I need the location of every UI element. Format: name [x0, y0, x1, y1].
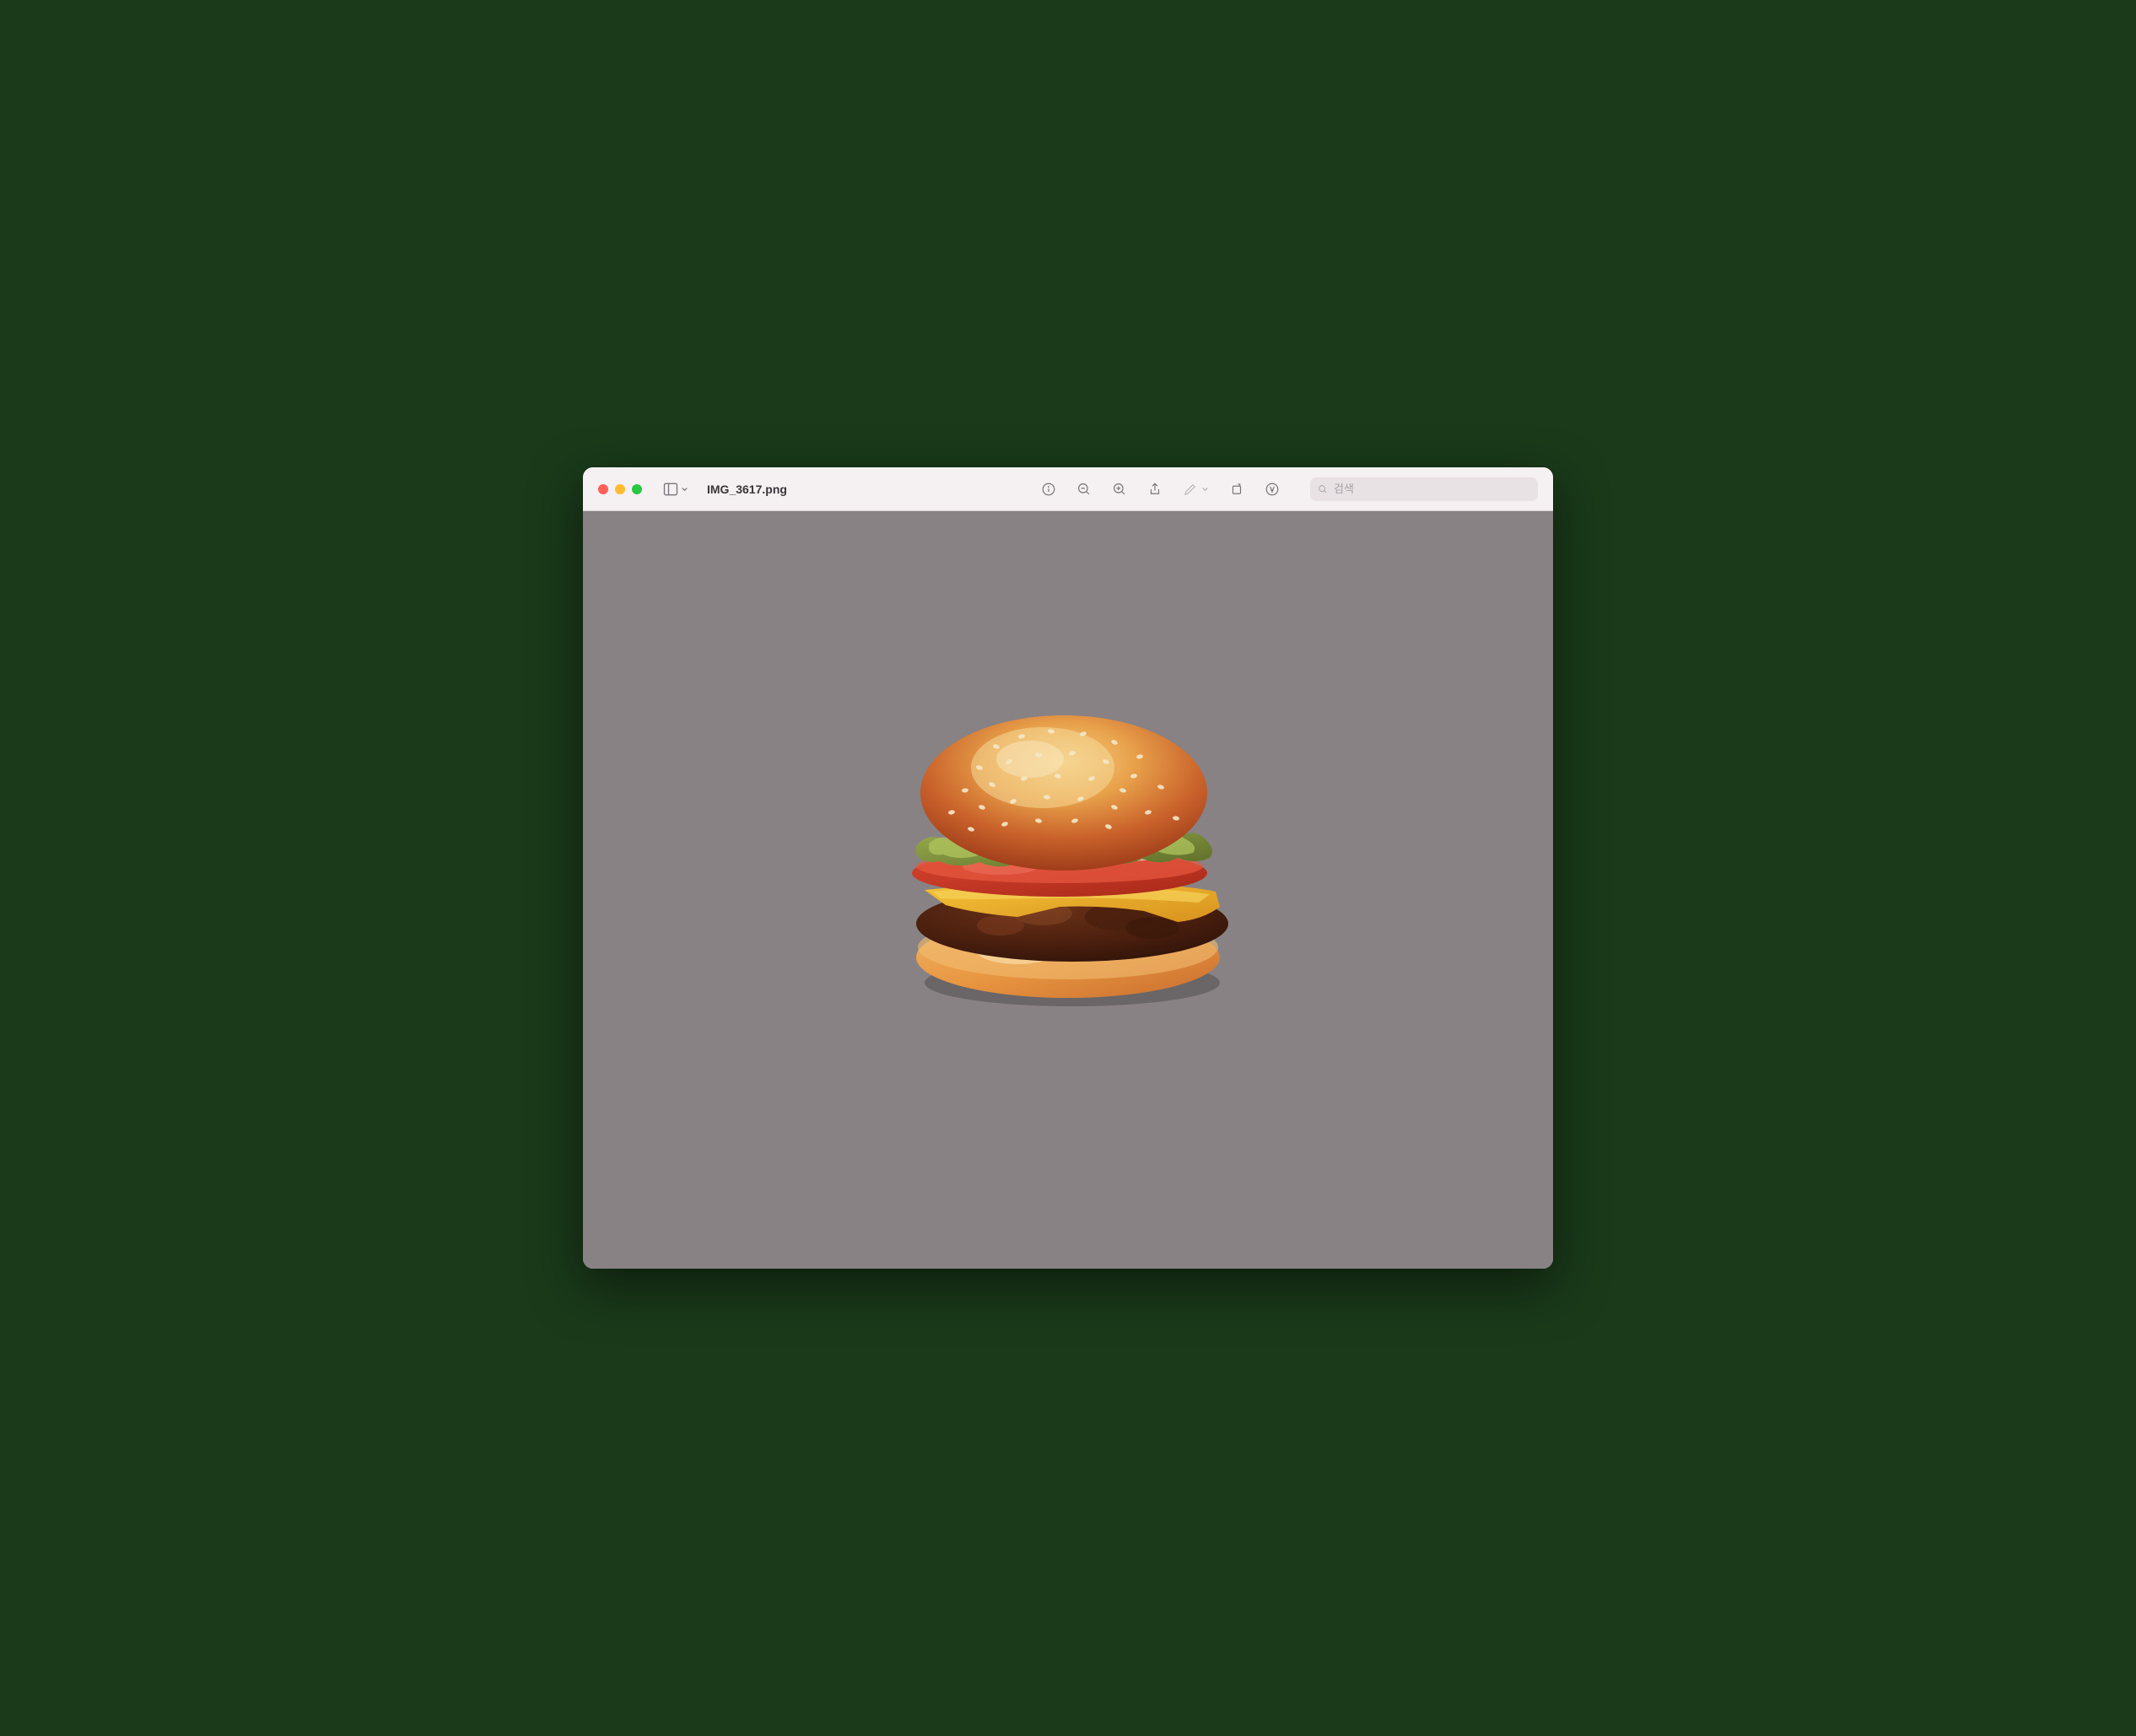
traffic-lights	[598, 484, 642, 494]
info-icon	[1041, 482, 1056, 497]
share-icon	[1147, 482, 1162, 497]
minimize-button[interactable]	[615, 484, 625, 494]
share-button[interactable]	[1147, 482, 1162, 497]
markup-dropdown-button[interactable]	[1201, 485, 1209, 493]
highlight-button[interactable]	[1265, 482, 1280, 497]
zoom-in-button[interactable]	[1112, 482, 1127, 497]
zoom-out-button[interactable]	[1076, 482, 1092, 497]
maximize-button[interactable]	[632, 484, 642, 494]
markup-button[interactable]	[1183, 482, 1198, 497]
zoom-out-icon	[1076, 482, 1092, 497]
search-icon	[1317, 483, 1329, 495]
search-field[interactable]	[1310, 477, 1538, 501]
rotate-icon	[1229, 482, 1244, 497]
cheeseburger-illustration	[866, 696, 1270, 1016]
image-viewport[interactable]	[583, 511, 1553, 1269]
displayed-image	[866, 696, 1270, 1016]
toolbar	[1041, 477, 1538, 501]
close-button[interactable]	[598, 484, 608, 494]
window-titlebar: IMG_3617.png	[583, 467, 1553, 511]
marker-icon	[1265, 482, 1280, 497]
pencil-icon	[1183, 482, 1198, 497]
chevron-down-icon	[681, 485, 688, 493]
window-title: IMG_3617.png	[707, 483, 787, 496]
info-button[interactable]	[1041, 482, 1056, 497]
zoom-in-icon	[1112, 482, 1127, 497]
sidebar-toggle-button[interactable]	[659, 477, 692, 501]
preview-window: IMG_3617.png	[583, 467, 1553, 1269]
sidebar-icon	[662, 481, 679, 498]
search-input[interactable]	[1334, 483, 1531, 495]
chevron-down-icon	[1201, 485, 1209, 493]
rotate-button[interactable]	[1229, 482, 1244, 497]
